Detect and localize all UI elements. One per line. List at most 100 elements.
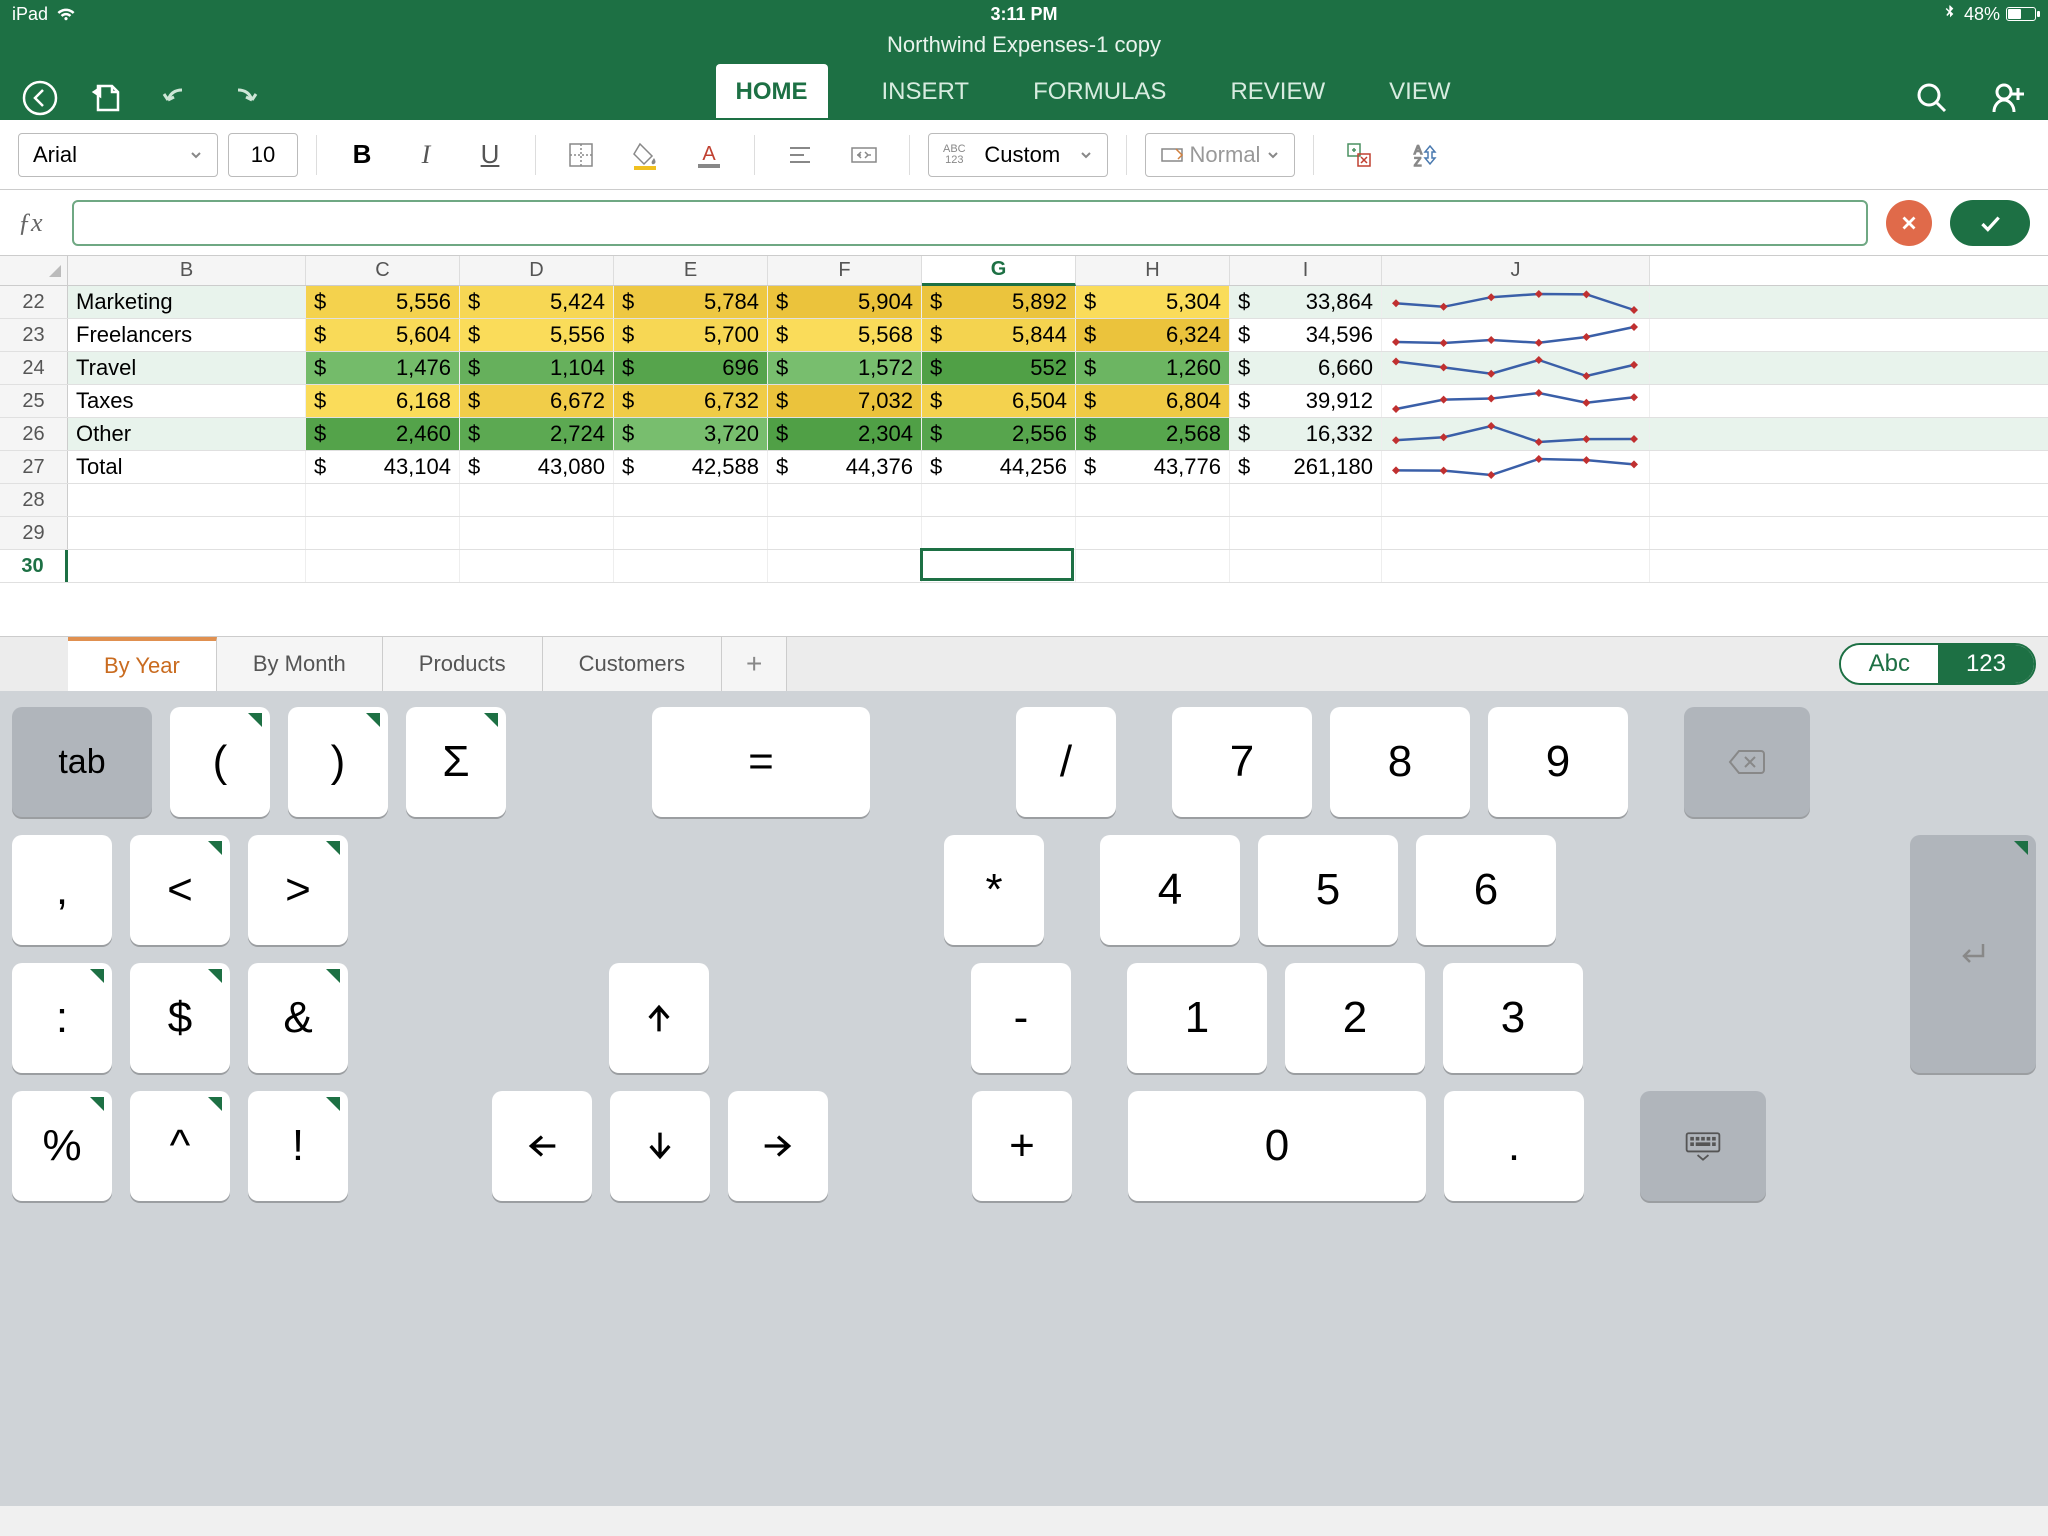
key-sum[interactable]: Σ xyxy=(406,707,506,817)
cell-C29[interactable] xyxy=(306,517,460,549)
cell-I23[interactable]: $34,596 xyxy=(1230,319,1382,351)
key-9[interactable]: 9 xyxy=(1488,707,1628,817)
formula-input[interactable] xyxy=(72,200,1868,246)
cell-E22[interactable]: $5,784 xyxy=(614,286,768,318)
select-all-corner[interactable] xyxy=(0,256,68,285)
cell-J30[interactable] xyxy=(1382,550,1650,582)
key-5[interactable]: 5 xyxy=(1258,835,1398,945)
cell-J29[interactable] xyxy=(1382,517,1650,549)
formula-cancel-button[interactable] xyxy=(1886,200,1932,246)
col-header-F[interactable]: F xyxy=(768,256,922,285)
cell-F30[interactable] xyxy=(768,550,922,582)
underline-button[interactable]: U xyxy=(463,133,517,177)
font-color-button[interactable]: A xyxy=(682,133,736,177)
key-hidekb[interactable] xyxy=(1640,1091,1766,1201)
cell-E23[interactable]: $5,700 xyxy=(614,319,768,351)
cell-D29[interactable] xyxy=(460,517,614,549)
cell-G28[interactable] xyxy=(922,484,1076,516)
key-<[interactable]: < xyxy=(130,835,230,945)
cell-D28[interactable] xyxy=(460,484,614,516)
key-,[interactable]: , xyxy=(12,835,112,945)
cell-F29[interactable] xyxy=(768,517,922,549)
redo-button[interactable] xyxy=(224,78,264,118)
sheet-tab-by-year[interactable]: By Year xyxy=(68,637,217,691)
col-header-J[interactable]: J xyxy=(1382,256,1650,285)
number-format-combo[interactable]: ABC123 Custom xyxy=(928,133,1108,177)
key-8[interactable]: 8 xyxy=(1330,707,1470,817)
key-%[interactable]: % xyxy=(12,1091,112,1201)
ribbon-tab-review[interactable]: REVIEW xyxy=(1220,64,1335,118)
row-header-29[interactable]: 29 xyxy=(0,517,68,549)
key-down[interactable] xyxy=(610,1091,710,1201)
col-header-E[interactable]: E xyxy=(614,256,768,285)
spreadsheet-grid[interactable]: BCDEFGHIJ22Marketing$5,556$5,424$5,784$5… xyxy=(0,256,2048,636)
key-return[interactable] xyxy=(1910,835,2036,1073)
cell-G29[interactable] xyxy=(922,517,1076,549)
cell-I29[interactable] xyxy=(1230,517,1382,549)
cell-B27[interactable]: Total xyxy=(68,451,306,483)
cell-C28[interactable] xyxy=(306,484,460,516)
row-header-27[interactable]: 27 xyxy=(0,451,68,483)
cell-E24[interactable]: $696 xyxy=(614,352,768,384)
cell-E25[interactable]: $6,732 xyxy=(614,385,768,417)
ribbon-tab-view[interactable]: VIEW xyxy=(1379,64,1460,118)
sort-filter-button[interactable]: AZ xyxy=(1396,133,1450,177)
cell-D30[interactable] xyxy=(460,550,614,582)
cell-B28[interactable] xyxy=(68,484,306,516)
cell-C22[interactable]: $5,556 xyxy=(306,286,460,318)
cell-J27[interactable] xyxy=(1382,451,1650,483)
sheet-tab-products[interactable]: Products xyxy=(383,637,543,691)
cell-F22[interactable]: $5,904 xyxy=(768,286,922,318)
key-^[interactable]: ^ xyxy=(130,1091,230,1201)
cell-B23[interactable]: Freelancers xyxy=(68,319,306,351)
formula-confirm-button[interactable] xyxy=(1950,200,2030,246)
key-tab[interactable]: tab xyxy=(12,707,152,817)
cell-H27[interactable]: $43,776 xyxy=(1076,451,1230,483)
cell-F26[interactable]: $2,304 xyxy=(768,418,922,450)
cell-style-combo[interactable]: Normal xyxy=(1145,133,1295,177)
cell-D22[interactable]: $5,424 xyxy=(460,286,614,318)
row-header-28[interactable]: 28 xyxy=(0,484,68,516)
cell-I27[interactable]: $261,180 xyxy=(1230,451,1382,483)
cell-G23[interactable]: $5,844 xyxy=(922,319,1076,351)
cell-C30[interactable] xyxy=(306,550,460,582)
cell-D24[interactable]: $1,104 xyxy=(460,352,614,384)
cell-F24[interactable]: $1,572 xyxy=(768,352,922,384)
col-header-H[interactable]: H xyxy=(1076,256,1230,285)
col-header-G[interactable]: G xyxy=(922,256,1076,286)
cell-J24[interactable] xyxy=(1382,352,1650,384)
col-header-D[interactable]: D xyxy=(460,256,614,285)
cell-B26[interactable]: Other xyxy=(68,418,306,450)
cell-D26[interactable]: $2,724 xyxy=(460,418,614,450)
key-+[interactable]: + xyxy=(972,1091,1072,1201)
key-$[interactable]: $ xyxy=(130,963,230,1073)
row-header-24[interactable]: 24 xyxy=(0,352,68,384)
share-button[interactable] xyxy=(1988,78,2028,118)
bold-button[interactable]: B xyxy=(335,133,389,177)
cell-C24[interactable]: $1,476 xyxy=(306,352,460,384)
key-4[interactable]: 4 xyxy=(1100,835,1240,945)
cell-E29[interactable] xyxy=(614,517,768,549)
cell-C26[interactable]: $2,460 xyxy=(306,418,460,450)
key-left[interactable] xyxy=(492,1091,592,1201)
ribbon-tab-insert[interactable]: INSERT xyxy=(872,64,980,118)
col-header-B[interactable]: B xyxy=(68,256,306,285)
insert-delete-button[interactable] xyxy=(1332,133,1386,177)
cell-I25[interactable]: $39,912 xyxy=(1230,385,1382,417)
key-*[interactable]: * xyxy=(944,835,1044,945)
key-3[interactable]: 3 xyxy=(1443,963,1583,1073)
cell-H26[interactable]: $2,568 xyxy=(1076,418,1230,450)
key-7[interactable]: 7 xyxy=(1172,707,1312,817)
cell-D27[interactable]: $43,080 xyxy=(460,451,614,483)
key-2[interactable]: 2 xyxy=(1285,963,1425,1073)
cell-B24[interactable]: Travel xyxy=(68,352,306,384)
cell-J23[interactable] xyxy=(1382,319,1650,351)
key->[interactable]: > xyxy=(248,835,348,945)
key-&[interactable]: & xyxy=(248,963,348,1073)
key-6[interactable]: 6 xyxy=(1416,835,1556,945)
add-sheet-button[interactable]: + xyxy=(722,637,787,691)
row-header-30[interactable]: 30 xyxy=(0,550,68,582)
cell-E27[interactable]: $42,588 xyxy=(614,451,768,483)
cell-E28[interactable] xyxy=(614,484,768,516)
key-up[interactable] xyxy=(609,963,709,1073)
